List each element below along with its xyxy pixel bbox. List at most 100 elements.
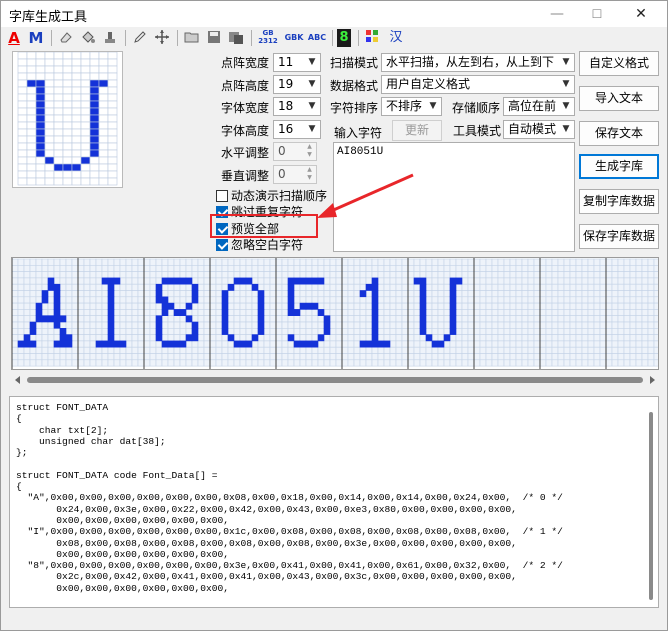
dot-height-select[interactable]: 19 ▼ [273,75,321,94]
maximize-button[interactable]: ☐ [577,3,617,25]
glyph-pixel [167,277,175,285]
h-adjust-spinner[interactable]: 0 ▲ ▼ [273,142,317,161]
glyph-pixel [449,328,457,335]
save-text-button[interactable]: 保存文本 [579,121,659,146]
dot-width-select[interactable]: 11 ▼ [273,53,321,72]
save-font-data-button[interactable]: 保存字库数据 [579,224,659,249]
glyph-pixel [41,315,49,323]
glyph-pixel [287,290,295,298]
glyph-pixel [221,315,229,323]
glyph-pixel [191,328,199,335]
char-preview[interactable] [12,51,123,188]
window-title: 字库生成工具 [9,10,88,25]
glyph-pixel [173,309,181,317]
code-output[interactable]: struct FONT_DATA { char txt[2]; unsigned… [9,396,659,608]
import-text-button[interactable]: 导入文本 [579,86,659,111]
glyph-pixel [371,315,379,323]
glyph-pixel [365,340,373,348]
glyph-pixel [419,309,427,317]
glyph-pixel [383,340,391,348]
glyph-pixel [431,340,439,348]
glyph-pixel [299,340,307,348]
font-height-select[interactable]: 16 ▼ [273,120,321,139]
font-color-icon[interactable]: A [5,29,23,47]
glyph-pixel [185,277,193,285]
stamp-icon[interactable] [101,29,119,47]
glyph-pixel [371,302,379,310]
glyph-pixel [449,315,457,323]
copy-font-data-button[interactable]: 复制字库数据 [579,189,659,214]
store-order-select[interactable]: 高位在前 ▼ [503,97,575,116]
scroll-left-icon [15,376,20,384]
code-text: struct FONT_DATA { char txt[2]; unsigned… [16,402,563,594]
glyph-pixel [107,302,115,310]
tool-mode-select[interactable]: 自动模式 ▼ [503,120,575,139]
gbk-icon[interactable]: GBK [283,29,305,47]
glyph-pixel [173,277,181,285]
highlight-box [210,214,318,238]
move-icon[interactable] [153,29,171,47]
glyph-pixel [257,309,265,317]
char-sort-select[interactable]: 不排序 ▼ [381,97,442,116]
glyph-pixel [53,309,61,317]
glyph-pixel [419,283,427,291]
open-folder-icon[interactable] [183,29,201,47]
custom-format-button[interactable]: 自定义格式 [579,51,659,76]
fill-bucket-icon[interactable] [79,29,97,47]
glyph-pixel [371,283,379,291]
glyph-pixel [257,321,265,329]
chinese-mode-icon[interactable]: 汉 [387,29,405,47]
font-width-select[interactable]: 18 ▼ [273,97,321,116]
glyph-pixel [317,334,325,342]
glyph-pixel [47,283,55,291]
pencil-icon[interactable] [131,29,149,47]
glyph-pixel [233,340,241,348]
glyph-pixel [449,283,457,291]
save-as-icon[interactable] [227,29,245,47]
glyph-pixel [185,315,193,323]
glyph-pixel [53,296,61,304]
glyph-pixel [65,334,73,342]
digit-mode-icon[interactable]: 8 [337,29,351,47]
glyph-pixel [449,321,457,329]
vertical-scrollbar[interactable] [648,400,656,604]
glyph-pixel [323,328,331,335]
glyph-pixel [59,315,67,323]
glyph-pixel [371,321,379,329]
glyph-pixel [293,277,301,285]
glyph-pixel [53,302,61,310]
glyph-pixel [47,277,55,285]
generate-font-button[interactable]: 生成字库 [579,154,659,179]
glyph-pixel [305,340,313,348]
glyph-pixel [17,340,25,348]
glyph-pixel [449,309,457,317]
glyph-pixel [53,283,61,291]
glyph-pixel [191,334,199,342]
gb2312-icon[interactable]: GB 2312 [258,29,278,47]
glyph-pixel [35,315,43,323]
scan-mode-label: 扫描模式 [330,56,379,70]
data-format-select[interactable]: 用户自定义格式 ▼ [381,75,575,94]
mode-m-icon[interactable]: M [27,29,45,47]
glyph-pixel [419,296,427,304]
glyph-pixel [299,277,307,285]
glyph-pixel [257,302,265,310]
abc-icon[interactable]: ABC [307,29,327,47]
eraser-icon[interactable] [57,29,75,47]
glyph-pixel [419,315,427,323]
horizontal-scrollbar[interactable] [11,372,659,388]
glyph-pixel [29,340,37,348]
glyph-pixel [299,302,307,310]
glyph-pixel [191,321,199,329]
checkbox-icon [216,190,228,202]
scan-mode-select[interactable]: 水平扫描，从左到右，从上到下 ▼ [381,53,575,72]
color-grid-icon[interactable] [364,29,380,47]
glyph-preview-strip[interactable] [11,257,668,370]
glyph-preview-grid [11,258,668,369]
close-button[interactable]: ✕ [621,3,661,25]
glyph-pixel [227,283,235,291]
refresh-button[interactable]: 更新 [392,120,442,141]
save-icon[interactable] [205,29,223,47]
glyph-pixel [425,334,433,342]
minimize-button[interactable]: — [537,3,577,25]
